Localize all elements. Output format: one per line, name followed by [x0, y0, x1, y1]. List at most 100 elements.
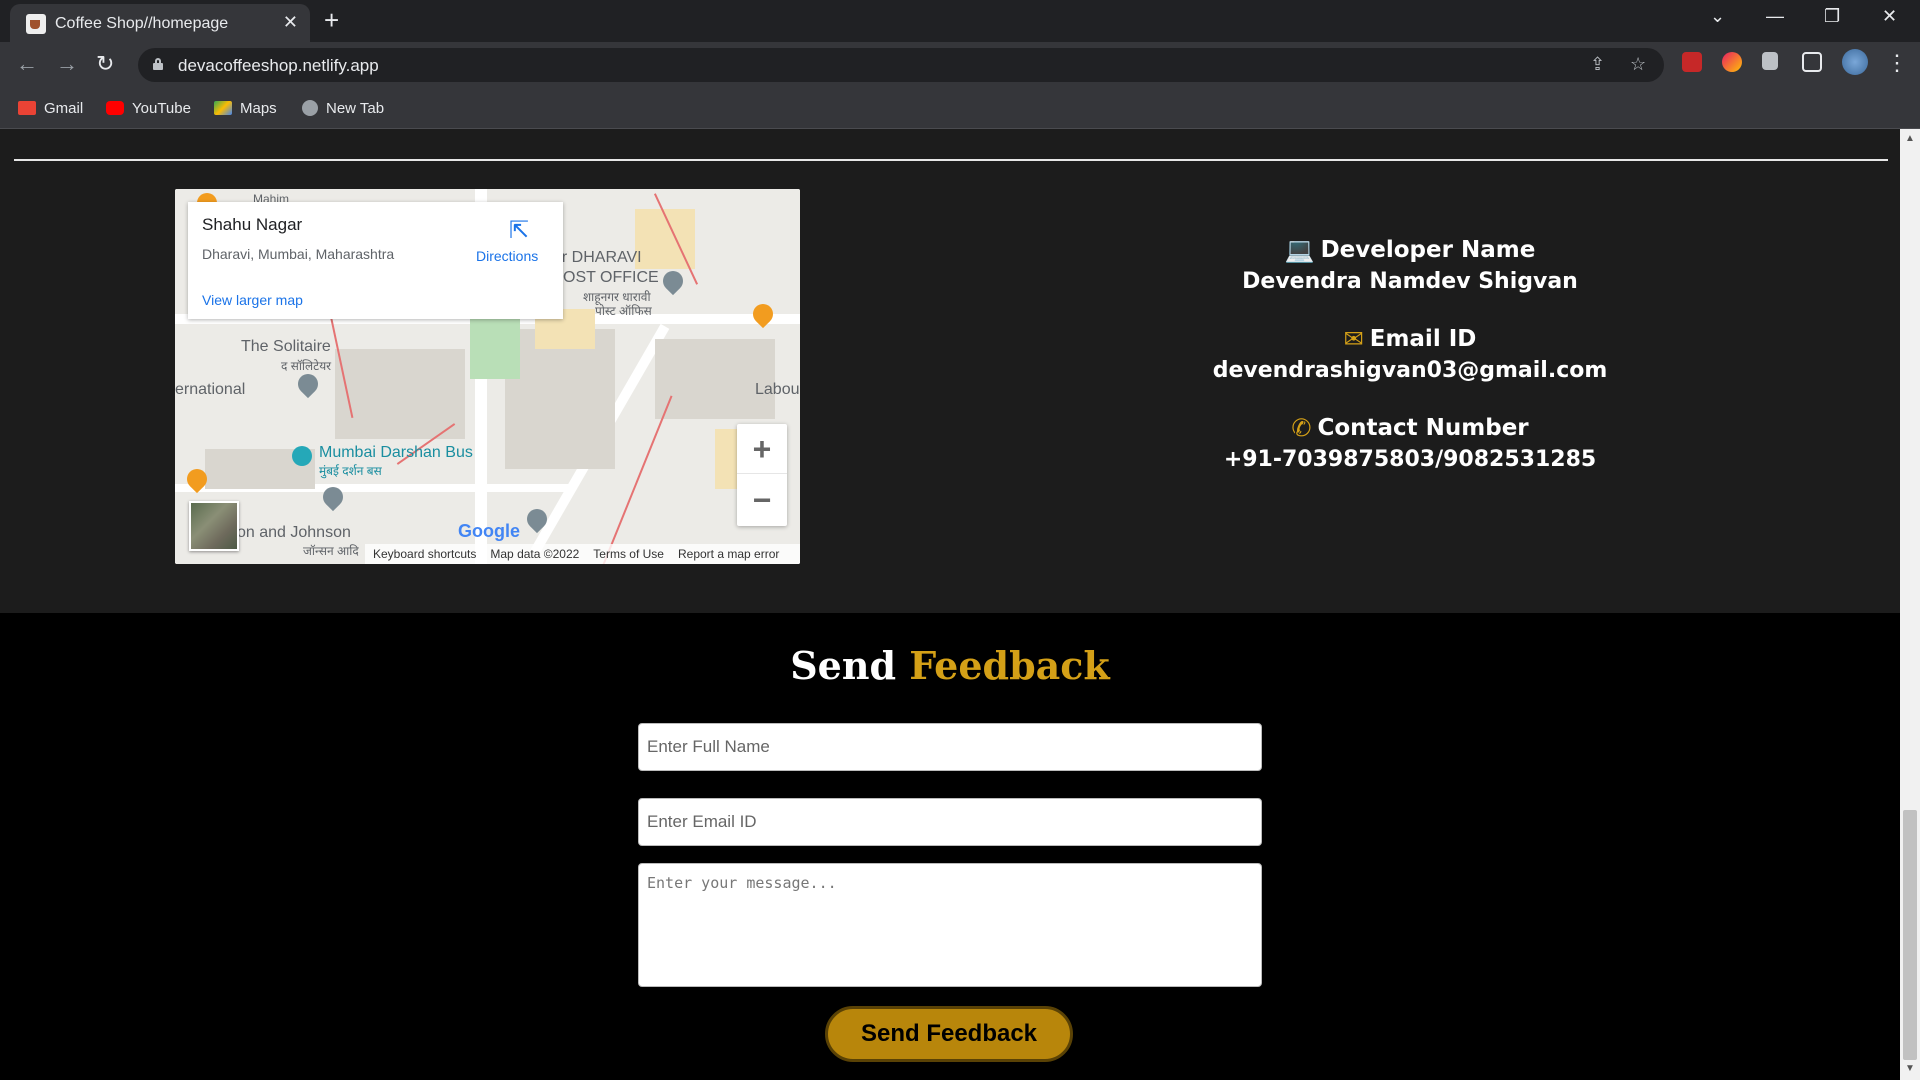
bookmark-label: Gmail [44, 99, 84, 117]
email-heading: ✉ Email ID [1180, 323, 1640, 355]
embedded-map[interactable]: Mahim ar DHARAVI OST OFFICE शाहूनगर धारा… [175, 189, 800, 564]
developer-name: Devendra Namdev Shigvan [1242, 269, 1578, 294]
lock-icon[interactable] [153, 58, 163, 70]
pocket-extension-icon[interactable] [1682, 52, 1702, 72]
email-input[interactable] [638, 798, 1262, 846]
phone-icon: ✆ [1291, 414, 1312, 442]
envelope-icon: ✉ [1343, 325, 1364, 353]
place-address: Dharavi, Mumbai, Maharashtra [202, 246, 395, 262]
color-extension-icon[interactable] [1722, 52, 1742, 72]
bookmark-youtube[interactable]: YouTube [106, 96, 191, 120]
map-label: पोस्ट ऑफिस [595, 304, 652, 318]
feedback-title-part2: Feedback [909, 643, 1110, 688]
bookmark-label: Maps [240, 99, 277, 117]
map-footer: Keyboard shortcuts Map data ©2022 Terms … [365, 544, 800, 564]
coffee-favicon-icon [26, 14, 46, 34]
map-building-block [655, 339, 775, 419]
bookmark-label: YouTube [132, 99, 191, 117]
map-label: Labou [755, 381, 800, 398]
keyboard-shortcuts-link[interactable]: Keyboard shortcuts [373, 547, 476, 561]
bookmark-gmail[interactable]: Gmail [18, 96, 83, 120]
zoom-out-button[interactable]: − [737, 475, 787, 525]
map-label: The Solitaire [241, 338, 331, 355]
close-window-button[interactable]: ✕ [1882, 6, 1897, 27]
profile-avatar[interactable] [1842, 49, 1868, 75]
maps-icon [214, 101, 232, 115]
developer-name-heading: 💻 Developer Name [1180, 234, 1640, 266]
tab-title: Coffee Shop//homepage [55, 15, 229, 32]
feedback-section: Send Feedback Send Feedback [0, 613, 1900, 1080]
page-scrollbar[interactable]: ▲ ▼ [1900, 129, 1920, 1080]
share-icon[interactable]: ⇪ [1590, 54, 1605, 75]
back-button[interactable]: ← [16, 51, 38, 77]
map-park [470, 314, 520, 379]
bookmark-star-icon[interactable]: ☆ [1630, 54, 1646, 75]
report-map-error-link[interactable]: Report a map error [678, 547, 779, 561]
map-building-block [505, 329, 615, 469]
address-bar[interactable]: devacoffeeshop.netlify.app ⇪ ☆ [138, 48, 1664, 82]
map-data-text: Map data ©2022 [490, 547, 580, 561]
contact-section: Mahim ar DHARAVI OST OFFICE शाहूनगर धारा… [0, 129, 1900, 613]
send-feedback-button[interactable]: Send Feedback [825, 1006, 1073, 1062]
divider [14, 159, 1888, 161]
bookmark-label: New Tab [326, 99, 385, 117]
bookmark-maps[interactable]: Maps [214, 96, 277, 120]
contact-value: +91-7039875803/9082531285 [1223, 447, 1597, 472]
view-larger-map-link[interactable]: View larger map [202, 292, 303, 308]
gmail-icon [18, 101, 36, 115]
tab-coffee-shop[interactable]: Coffee Shop//homepage ✕ [10, 4, 310, 42]
bookmark-new-tab[interactable]: New Tab [302, 96, 384, 120]
map-label: मुंबई दर्शन बस [319, 464, 382, 478]
tab-close-icon[interactable]: ✕ [283, 12, 298, 33]
url-text[interactable]: devacoffeeshop.netlify.app [178, 56, 379, 76]
developer-info: 💻 Developer Name Devendra Namdev Shigvan… [1180, 234, 1640, 501]
chrome-menu-icon[interactable]: ⋮ [1886, 50, 1908, 76]
web-page: Mahim ar DHARAVI OST OFFICE शाहूनगर धारा… [0, 129, 1900, 1080]
email-label: Email ID [1369, 326, 1477, 352]
contact-heading: ✆ Contact Number [1180, 412, 1640, 444]
map-label: OST OFFICE [563, 269, 659, 286]
bookmarks-bar: Gmail YouTube Maps New Tab [0, 88, 1920, 129]
browser-toolbar: ← → ↻ devacoffeeshop.netlify.app ⇪ ☆ [0, 42, 1920, 88]
scroll-up-icon[interactable]: ▲ [1905, 133, 1915, 144]
full-name-input[interactable] [638, 723, 1262, 771]
terms-of-use-link[interactable]: Terms of Use [593, 547, 664, 561]
directions-link[interactable]: Directions [476, 248, 538, 264]
youtube-icon [106, 101, 124, 115]
minimize-button[interactable]: — [1766, 6, 1784, 27]
message-textarea[interactable] [638, 863, 1262, 987]
side-panel-icon[interactable] [1802, 52, 1822, 72]
restore-button[interactable]: ❐ [1824, 6, 1840, 27]
reload-button[interactable]: ↻ [96, 51, 114, 77]
scrollbar-thumb[interactable] [1903, 810, 1917, 1060]
map-label: जॉन्सन आदि [303, 544, 359, 558]
map-label: on and Johnson [237, 524, 351, 541]
developer-name-label: Developer Name [1320, 237, 1536, 263]
laptop-icon: 💻 [1284, 236, 1315, 264]
scroll-down-icon[interactable]: ▼ [1905, 1063, 1915, 1074]
extensions-puzzle-icon[interactable] [1762, 52, 1778, 70]
email-value: devendrashigvan03@gmail.com [1212, 358, 1608, 383]
feedback-title: Send Feedback [0, 643, 1900, 688]
map-building-block [335, 349, 465, 439]
directions-icon[interactable]: ⇱ [506, 216, 532, 244]
place-title: Shahu Nagar [202, 215, 303, 234]
feedback-title-part1: Send [790, 643, 897, 688]
google-logo: Google [458, 521, 520, 541]
browser-chrome: Coffee Shop//homepage ✕ + ⌄ — ❐ ✕ ← → ↻ … [0, 0, 1920, 129]
map-label: द सॉलिटेयर [281, 359, 332, 373]
bus-tour-pin-icon[interactable] [292, 446, 312, 466]
map-label: Mumbai Darshan Bus [319, 444, 473, 461]
map-place-card: Shahu Nagar Dharavi, Mumbai, Maharashtra… [188, 202, 563, 319]
map-label: ar DHARAVI [553, 249, 642, 266]
new-tab-button[interactable]: + [324, 6, 339, 34]
zoom-in-button[interactable]: + [737, 424, 787, 474]
satellite-toggle[interactable] [189, 501, 239, 551]
tab-strip: Coffee Shop//homepage ✕ + ⌄ — ❐ ✕ [0, 0, 1920, 42]
tab-search-chevron-down-icon[interactable]: ⌄ [1710, 6, 1725, 27]
map-zoom-controls: + − [737, 424, 787, 526]
contact-label: Contact Number [1317, 415, 1529, 441]
globe-icon [302, 100, 318, 116]
forward-button[interactable]: → [56, 51, 78, 77]
map-label: ernational [175, 381, 246, 398]
